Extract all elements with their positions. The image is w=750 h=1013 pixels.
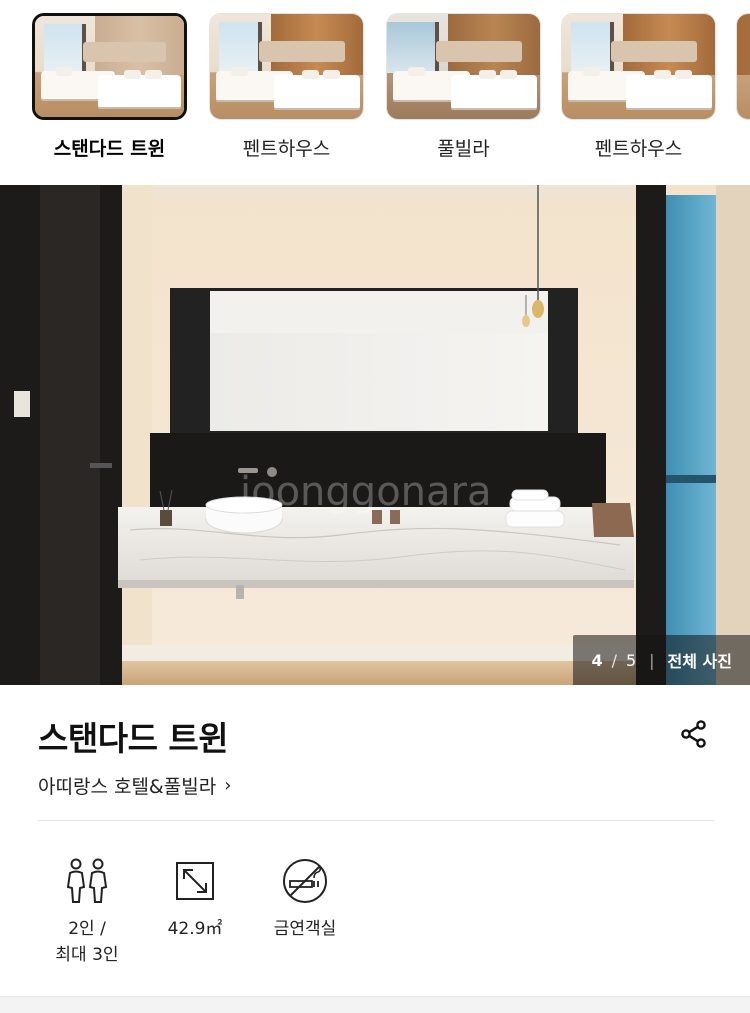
share-icon xyxy=(679,719,709,753)
room-thumbnail-image xyxy=(209,13,364,120)
room-size: 42.9㎡ xyxy=(167,919,223,939)
room-type-thumb-penthouse-2[interactable]: 펜트하우스 xyxy=(561,13,716,161)
room-title-row: 스탠다드 트윈 xyxy=(38,712,718,762)
room-photo: joonggonara xyxy=(0,185,750,685)
room-type-label: 스탠다드 트윈 xyxy=(53,138,166,160)
share-button[interactable] xyxy=(674,716,714,756)
pill-divider: | xyxy=(649,650,655,670)
room-thumbnail-image xyxy=(561,13,716,120)
smoking-policy: 금연객실 xyxy=(273,919,337,939)
room-type-label: 펜트하우스 xyxy=(242,138,331,160)
hotel-link[interactable]: 아띠랑스 호텔&풀빌라 › xyxy=(38,772,231,799)
bottom-section-band xyxy=(0,996,750,1013)
room-type-label: 펜트하우스 xyxy=(594,138,683,160)
room-thumbnail-image xyxy=(32,13,187,120)
room-photo-gallery[interactable]: joonggonara 4 / 5 | 전체 사진 xyxy=(0,185,750,685)
amenity-size: 42.9㎡ xyxy=(135,856,255,942)
svg-text:joonggonara: joonggonara xyxy=(239,469,491,515)
hotel-name: 아띠랑스 호텔&풀빌라 xyxy=(38,776,217,798)
photo-counter[interactable]: 4 / 5 | 전체 사진 xyxy=(573,635,750,685)
room-title: 스탠다드 트윈 xyxy=(38,719,229,758)
amenity-non-smoking: 금연객실 xyxy=(245,856,365,942)
room-type-thumb-partial[interactable] xyxy=(736,13,750,120)
capacity-standard: 2인 / xyxy=(68,919,106,939)
room-type-label: 풀빌라 xyxy=(437,138,490,160)
photo-index-separator: / xyxy=(611,650,617,670)
no-smoking-icon xyxy=(245,856,365,906)
photo-total-count: 5 xyxy=(625,650,637,670)
section-divider xyxy=(38,820,714,821)
view-all-photos-button[interactable]: 전체 사진 xyxy=(668,648,732,672)
room-type-thumb-standard-twin[interactable]: 스탠다드 트윈 xyxy=(32,13,187,161)
chevron-right-icon: › xyxy=(224,775,232,796)
room-thumbnail-image xyxy=(386,13,541,120)
resize-arrow-icon xyxy=(135,856,255,906)
capacity-max: 최대 3인 xyxy=(55,945,119,965)
room-thumbnail-image xyxy=(736,13,750,120)
room-type-strip: 스탠다드 트윈 펜트하우스 풀빌라 펜트하우스 xyxy=(0,0,750,185)
room-type-thumb-penthouse[interactable]: 펜트하우스 xyxy=(209,13,364,161)
amenity-capacity: 2인 / 최대 3인 xyxy=(27,856,147,968)
photo-current-index: 4 xyxy=(591,650,603,670)
room-type-thumb-pool-villa[interactable]: 풀빌라 xyxy=(386,13,541,161)
two-people-icon xyxy=(27,856,147,906)
